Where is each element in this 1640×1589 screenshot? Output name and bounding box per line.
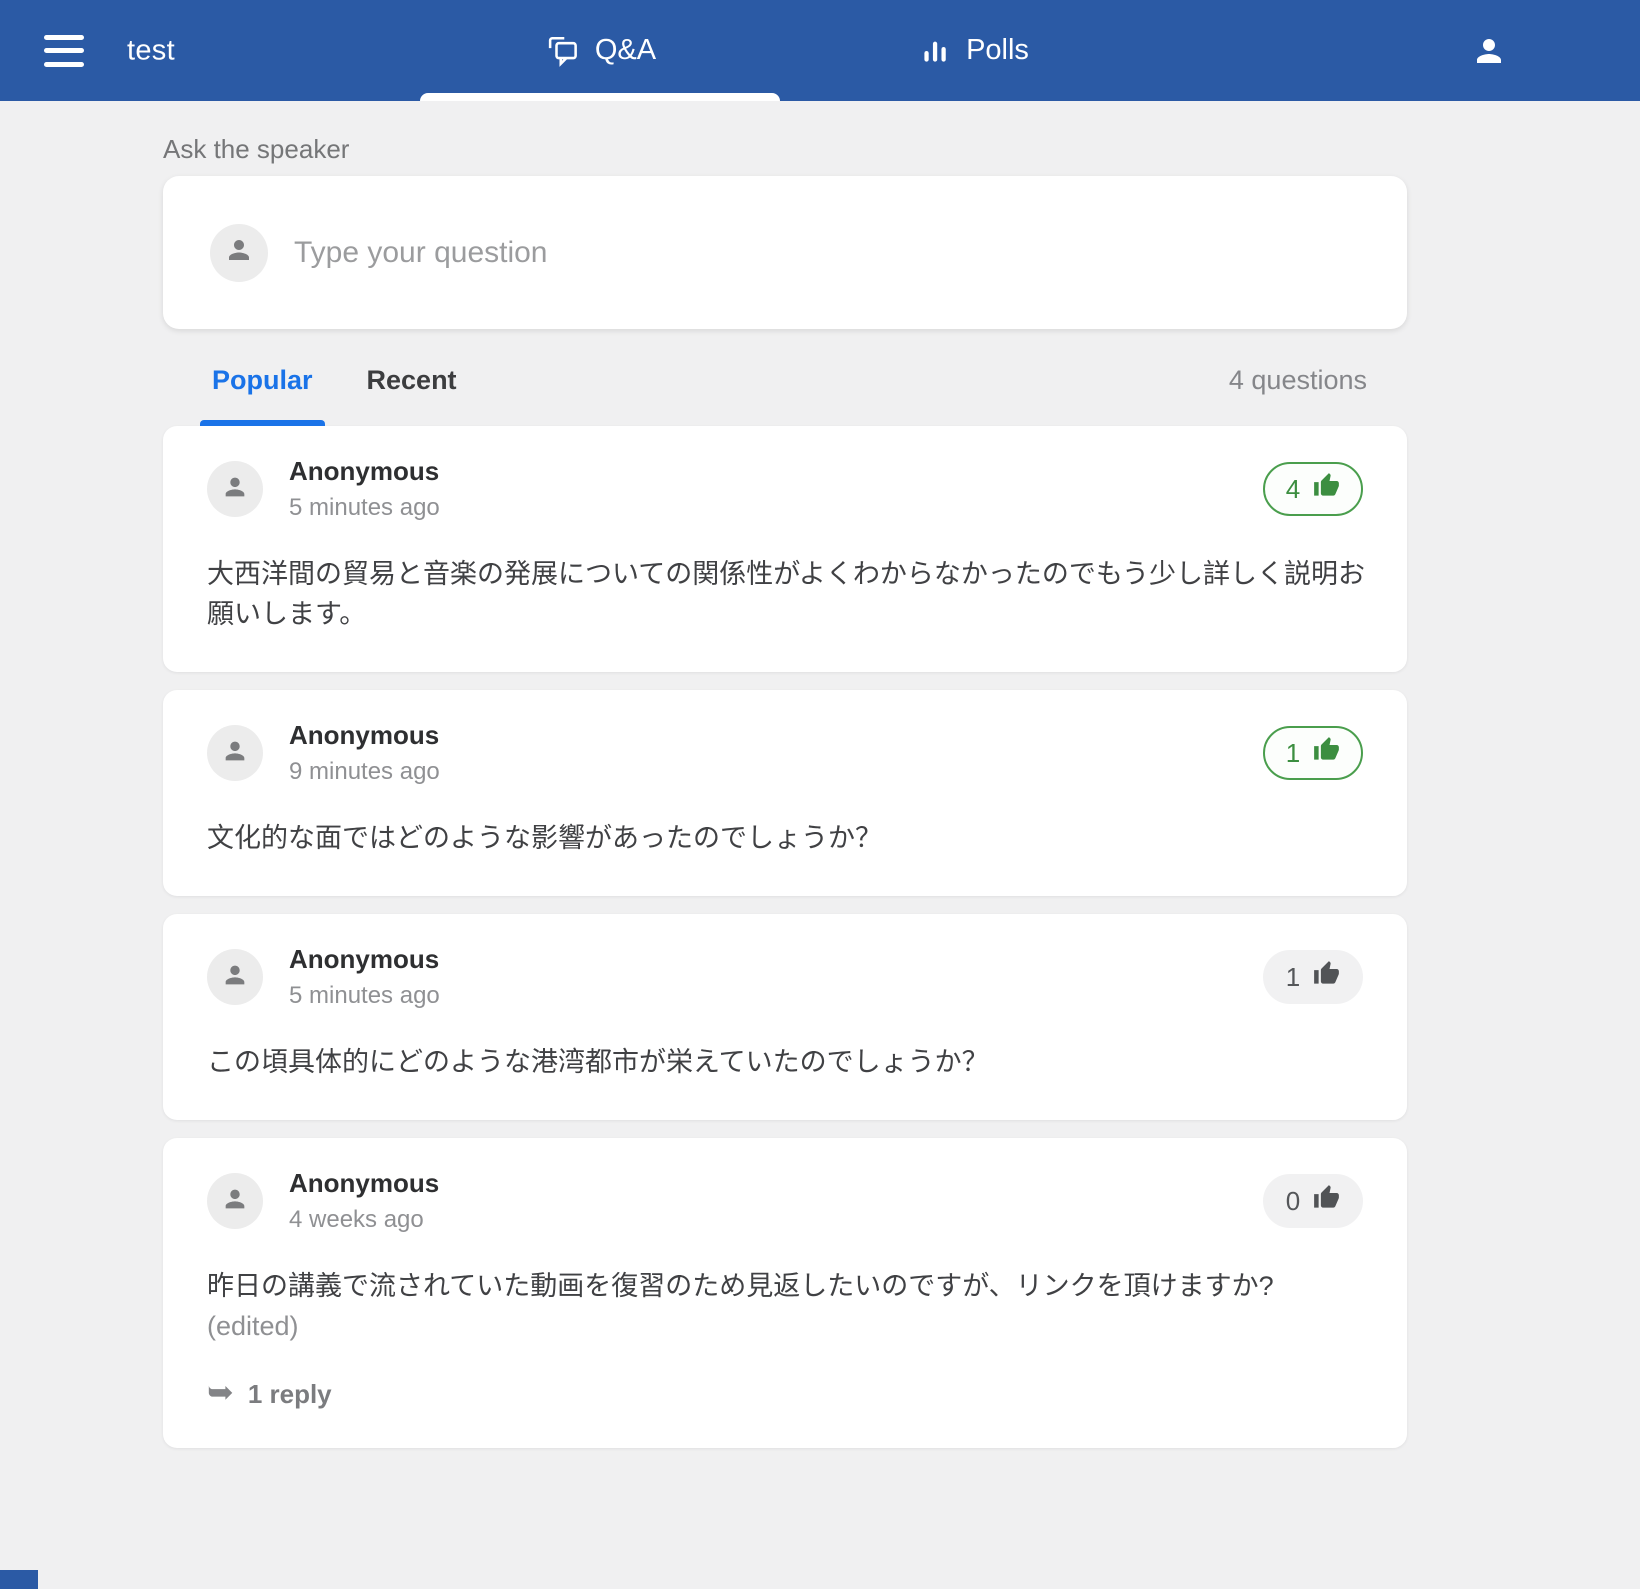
tab-qa[interactable]: Q&A (546, 0, 656, 101)
question-composer (163, 176, 1407, 329)
person-avatar-icon (221, 961, 249, 994)
question-card: Anonymous 5 minutes ago 1 この頃具体的にどのような港湾… (163, 914, 1407, 1120)
question-time: 5 minutes ago (289, 494, 440, 522)
question-card: Anonymous 5 minutes ago 4 大西洋間の貿易と音楽の発展に… (163, 426, 1407, 672)
like-button[interactable]: 1 (1263, 726, 1363, 780)
like-count: 0 (1286, 1186, 1300, 1217)
qa-main: Ask the speaker Popular Recent 4 questio… (0, 134, 1407, 1448)
question-text: 文化的な面ではどのような影響があったのでしょうか？ (207, 818, 1367, 858)
event-title: test (127, 34, 175, 67)
tab-polls[interactable]: Polls (919, 0, 1029, 101)
question-text: 昨日の講義で流されていた動画を復習のため見返したいのですが、リンクを頂けますか?… (207, 1266, 1367, 1346)
thumbs-up-icon (1313, 960, 1340, 994)
question-card: Anonymous 9 minutes ago 1 文化的な面ではどのような影響… (163, 690, 1407, 896)
bottom-left-blue-artifact (0, 1570, 38, 1589)
thumbs-up-icon (1313, 472, 1340, 506)
question-avatar (207, 725, 263, 781)
question-author: Anonymous (289, 944, 440, 975)
question-time: 4 weeks ago (289, 1206, 439, 1234)
question-avatar (207, 1173, 263, 1229)
tab-qa-label: Q&A (595, 34, 656, 67)
question-input[interactable] (294, 236, 1367, 270)
question-author: Anonymous (289, 456, 440, 487)
like-button[interactable]: 1 (1263, 950, 1363, 1004)
question-avatar (207, 461, 263, 517)
edited-label: (edited) (207, 1311, 299, 1341)
app-header: test Q&A Polls (0, 0, 1640, 101)
question-author: Anonymous (289, 1168, 439, 1199)
filter-row: Popular Recent 4 questions (163, 335, 1407, 426)
reply-arrow-icon: ➥ (207, 1376, 234, 1408)
tab-polls-label: Polls (966, 34, 1029, 67)
like-count: 1 (1286, 738, 1300, 769)
composer-avatar (210, 224, 268, 282)
question-count: 4 questions (1229, 335, 1407, 426)
like-count: 1 (1286, 962, 1300, 993)
replies-toggle[interactable]: ➥ 1 reply (207, 1378, 1363, 1410)
question-time: 9 minutes ago (289, 758, 440, 786)
active-tab-indicator (420, 93, 780, 101)
reply-count-label: 1 reply (248, 1379, 332, 1410)
filter-tab-popular[interactable]: Popular (200, 335, 325, 426)
thumbs-up-icon (1313, 1184, 1340, 1218)
thumbs-up-icon (1313, 736, 1340, 770)
question-author: Anonymous (289, 720, 440, 751)
filter-tab-recent[interactable]: Recent (355, 335, 469, 426)
person-avatar-icon (221, 473, 249, 506)
question-text: この頃具体的にどのような港湾都市が栄えていたのでしょうか？ (207, 1042, 1367, 1082)
person-avatar-icon (224, 235, 254, 270)
profile-person-icon[interactable] (1471, 33, 1507, 69)
question-card: Anonymous 4 weeks ago 0 昨日の講義で流されていた動画を復… (163, 1138, 1407, 1448)
like-button[interactable]: 0 (1263, 1174, 1363, 1228)
person-avatar-icon (221, 1185, 249, 1218)
like-count: 4 (1286, 474, 1300, 505)
section-label: Ask the speaker (163, 134, 1407, 165)
question-avatar (207, 949, 263, 1005)
qa-chat-icon (546, 34, 580, 68)
question-time: 5 minutes ago (289, 982, 440, 1010)
question-text: 大西洋間の貿易と音楽の発展についての関係性がよくわからなかったのでもう少し詳しく… (207, 554, 1367, 634)
menu-icon[interactable] (44, 35, 84, 67)
like-button[interactable]: 4 (1263, 462, 1363, 516)
person-avatar-icon (221, 737, 249, 770)
polls-chart-icon (919, 35, 951, 67)
